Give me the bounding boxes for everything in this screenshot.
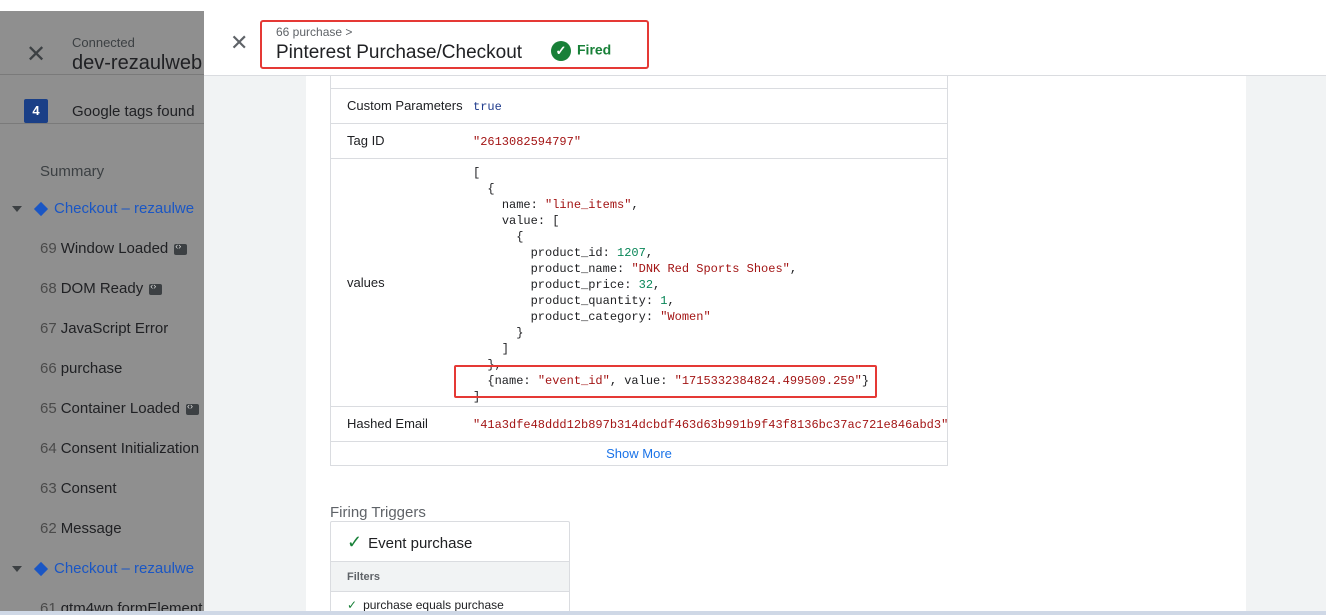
- firing-triggers-title: Firing Triggers: [330, 504, 426, 521]
- trigger-name: Event purchase: [368, 535, 473, 552]
- event-num: 66: [40, 360, 57, 377]
- top-strip: [0, 0, 1326, 11]
- condition-text: purchase equals purchase: [363, 598, 504, 612]
- event-num: 63: [40, 480, 57, 497]
- close-icon[interactable]: ✕: [230, 32, 248, 54]
- filters-label: Filters: [331, 562, 569, 592]
- code-number: 1207: [617, 246, 646, 260]
- property-value: "41a3dfe48ddd12b897b314dcbdf463d63b991b9…: [473, 418, 949, 432]
- check-icon: ✓: [347, 598, 358, 612]
- sidebar-group-checkout[interactable]: Checkout – rezaulwe: [12, 560, 194, 577]
- tags-count-badge: 4: [24, 99, 48, 123]
- sidebar-event[interactable]: 69 Window Loaded: [40, 240, 188, 257]
- highlight-box: [260, 20, 649, 69]
- event-label: purchase: [60, 360, 123, 377]
- check-icon: ✓: [347, 532, 363, 552]
- event-num: 65: [40, 400, 57, 417]
- event-num: 64: [40, 440, 57, 457]
- properties-table: Custom Parameters true Tag ID "261308259…: [330, 76, 948, 466]
- close-icon[interactable]: ✕: [26, 43, 46, 67]
- page-diamond-icon: [33, 201, 49, 217]
- code-number: 32: [638, 278, 654, 292]
- event-label: Consent Initialization: [60, 440, 200, 457]
- code-key: product_category: [530, 310, 646, 324]
- divider: [0, 123, 204, 124]
- code-key: value: [501, 214, 538, 228]
- connection-status: Connected: [72, 35, 135, 50]
- code-key: product_price: [530, 278, 625, 292]
- event-label: JavaScript Error: [60, 320, 169, 337]
- code-key: name: [501, 198, 531, 212]
- property-value: true: [473, 100, 502, 114]
- table-row: Tag ID "2613082594797": [331, 123, 947, 158]
- tags-found-label[interactable]: Google tags found: [72, 103, 195, 120]
- page-diamond-icon: [33, 561, 49, 577]
- sidebar-event[interactable]: 63 Consent: [40, 480, 117, 497]
- sidebar-event[interactable]: 64 Consent Initialization: [40, 440, 199, 457]
- caret-down-icon: [12, 566, 22, 573]
- sidebar-event[interactable]: 62 Message: [40, 520, 122, 537]
- table-row: Custom Parameters true: [331, 88, 947, 123]
- trigger-header: ✓ Event purchase: [331, 522, 569, 562]
- bottom-scrollbar[interactable]: [0, 611, 1326, 615]
- sidebar-group-checkout[interactable]: Checkout – rezaulwe: [12, 200, 194, 217]
- code-string: "DNK Red Sports Shoes": [631, 262, 790, 276]
- group-label: Checkout – rezaulwe: [54, 200, 195, 217]
- highlight-box: [454, 365, 877, 398]
- event-num: 62: [40, 520, 57, 537]
- event-label: DOM Ready: [60, 280, 144, 297]
- property-key: values: [347, 275, 385, 290]
- code-key: product_name: [530, 262, 618, 276]
- divider: [0, 74, 204, 75]
- code-string: "Women": [660, 310, 711, 324]
- event-num: 67: [40, 320, 57, 337]
- code-icon: [174, 241, 188, 255]
- show-more-button[interactable]: Show More: [331, 441, 947, 465]
- property-key: Hashed Email: [347, 416, 428, 431]
- trigger-card[interactable]: ✓ Event purchase Filters ✓ purchase equals…: [330, 521, 570, 615]
- table-row: Hashed Email "41a3dfe48ddd12b897b314dcbd…: [331, 406, 949, 441]
- tag-detail-panel: ✕ 66 purchase > Pinterest Purchase/Check…: [204, 11, 1326, 615]
- event-num: 68: [40, 280, 57, 297]
- event-label: Message: [60, 520, 122, 537]
- sidebar-event[interactable]: 65 Container Loaded: [40, 400, 199, 417]
- event-label: Window Loaded: [60, 240, 169, 257]
- code-string: "line_items": [545, 198, 632, 212]
- caret-down-icon: [12, 206, 22, 213]
- code-icon: [149, 281, 163, 295]
- sidebar-event[interactable]: 67 JavaScript Error: [40, 320, 168, 337]
- sidebar-event[interactable]: 66 purchase: [40, 360, 122, 377]
- code-number: 1: [660, 294, 668, 308]
- summary-item[interactable]: Summary: [40, 163, 104, 180]
- code-icon: [185, 401, 199, 415]
- property-key: Custom Parameters: [347, 98, 463, 113]
- event-label: Consent: [60, 480, 117, 497]
- host-name: dev-rezaulweb: [72, 52, 203, 74]
- code-key: product_id: [530, 246, 603, 260]
- event-num: 69: [40, 240, 57, 257]
- sidebar-event[interactable]: 68 DOM Ready: [40, 280, 163, 297]
- event-label: Container Loaded: [60, 400, 180, 417]
- table-row: [331, 76, 947, 88]
- group-label: Checkout – rezaulwe: [54, 560, 195, 577]
- property-key: Tag ID: [347, 133, 385, 148]
- property-value: "2613082594797": [473, 135, 582, 149]
- sidebar: ✕ Connected dev-rezaulweb 4 Google tags …: [0, 11, 204, 615]
- code-key: product_quantity: [530, 294, 646, 308]
- content-area: Custom Parameters true Tag ID "261308259…: [306, 76, 1246, 615]
